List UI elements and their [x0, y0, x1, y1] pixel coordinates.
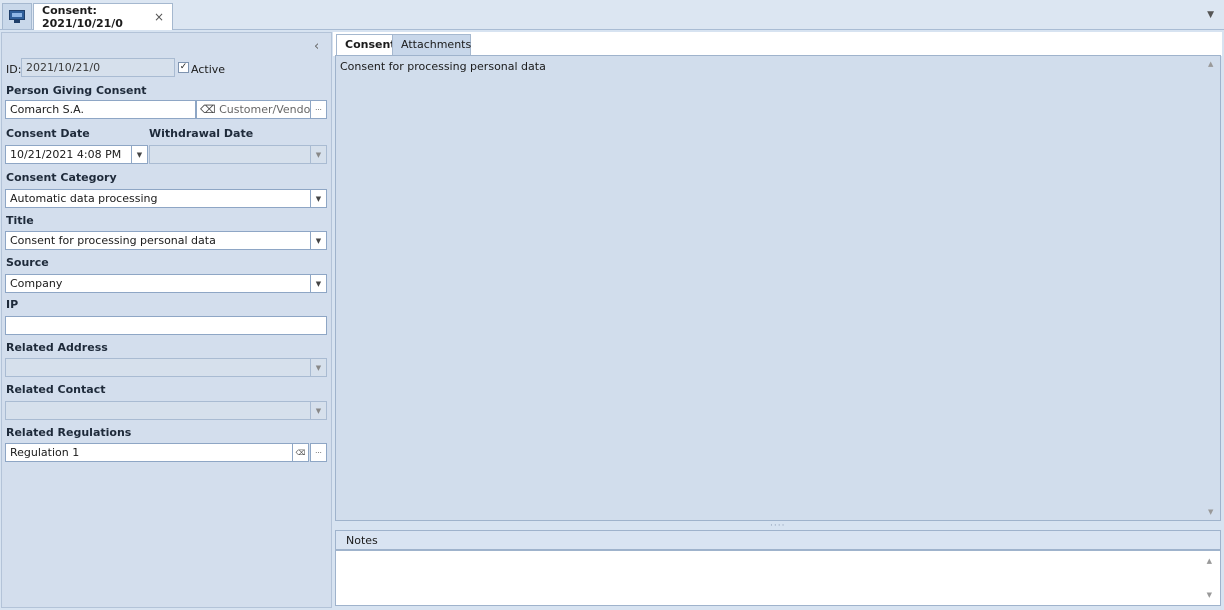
title-label: Title: [6, 214, 34, 227]
notes-input[interactable]: ▲ ▼: [335, 550, 1221, 606]
person-giving-consent-field[interactable]: Comarch S.A.: [5, 100, 196, 119]
scroll-down-icon[interactable]: ▼: [1207, 591, 1212, 599]
related-address-field: [5, 358, 311, 377]
withdrawal-date-field: [149, 145, 311, 164]
person-more-button[interactable]: ···: [310, 100, 327, 119]
consent-category-dropdown[interactable]: ▼: [310, 189, 327, 208]
tab-attachments[interactable]: Attachments: [392, 34, 471, 56]
related-address-dropdown: ▼: [310, 358, 327, 377]
ip-field[interactable]: [5, 316, 327, 335]
active-checkbox[interactable]: ✓: [178, 62, 189, 73]
title-dropdown[interactable]: ▼: [310, 231, 327, 250]
withdrawal-date-label: Withdrawal Date: [149, 127, 254, 140]
person-type-value: Customer/Vendor: [219, 103, 312, 116]
home-tab[interactable]: [2, 3, 32, 29]
consent-text-area[interactable]: Consent for processing personal data ▲ ▼: [335, 55, 1221, 521]
related-regulations-label: Related Regulations: [6, 426, 132, 439]
ip-label: IP: [6, 298, 19, 311]
consent-form-panel: ‹ ID: 2021/10/21/0 ✓ Active Person Givin…: [1, 32, 332, 608]
person-giving-consent-label: Person Giving Consent: [6, 84, 147, 97]
chevron-down-icon[interactable]: ▼: [1207, 10, 1214, 20]
source-dropdown[interactable]: ▼: [310, 274, 327, 293]
related-contact-field: [5, 401, 311, 420]
consent-date-field[interactable]: 10/21/2021 4:08 PM: [5, 145, 132, 164]
related-address-label: Related Address: [6, 341, 108, 354]
regulations-more-button[interactable]: ···: [310, 443, 327, 462]
id-label: ID:: [6, 63, 22, 76]
document-tab-strip: Consent: 2021/10/21/0 × ▼: [0, 0, 1224, 30]
related-contact-dropdown: ▼: [310, 401, 327, 420]
eraser-icon[interactable]: ⌫: [200, 103, 216, 116]
content-scrollbar[interactable]: ▲ ▼: [1206, 58, 1218, 518]
related-regulations-field[interactable]: Regulation 1: [5, 443, 293, 462]
tab-consent-document[interactable]: Consent: 2021/10/21/0 ×: [33, 3, 173, 30]
notes-header: Notes: [335, 530, 1221, 550]
consent-text: Consent for processing personal data: [340, 60, 546, 73]
regulations-eraser-icon[interactable]: ⌫: [292, 443, 309, 462]
source-field[interactable]: Company: [5, 274, 311, 293]
consent-date-label: Consent Date: [6, 127, 90, 140]
chevron-left-icon[interactable]: ‹: [314, 39, 319, 54]
monitor-icon: [9, 10, 25, 23]
scroll-up-icon[interactable]: ▲: [1208, 60, 1213, 68]
person-type-select[interactable]: ⌫ Customer/Vendor ▼: [196, 100, 312, 119]
related-contact-label: Related Contact: [6, 383, 106, 396]
scroll-up-icon[interactable]: ▲: [1207, 557, 1212, 565]
active-label: Active: [191, 63, 226, 76]
scroll-down-icon[interactable]: ▼: [1208, 508, 1213, 516]
close-icon[interactable]: ×: [154, 10, 164, 24]
consent-category-field[interactable]: Automatic data processing: [5, 189, 311, 208]
withdrawal-date-dropdown: ▼: [310, 145, 327, 164]
consent-category-label: Consent Category: [6, 171, 117, 184]
tab-title: Consent: 2021/10/21/0: [42, 4, 123, 30]
title-field[interactable]: Consent for processing personal data: [5, 231, 311, 250]
consent-date-dropdown[interactable]: ▼: [131, 145, 148, 164]
source-label: Source: [6, 256, 49, 269]
id-field: 2021/10/21/0: [21, 58, 175, 77]
